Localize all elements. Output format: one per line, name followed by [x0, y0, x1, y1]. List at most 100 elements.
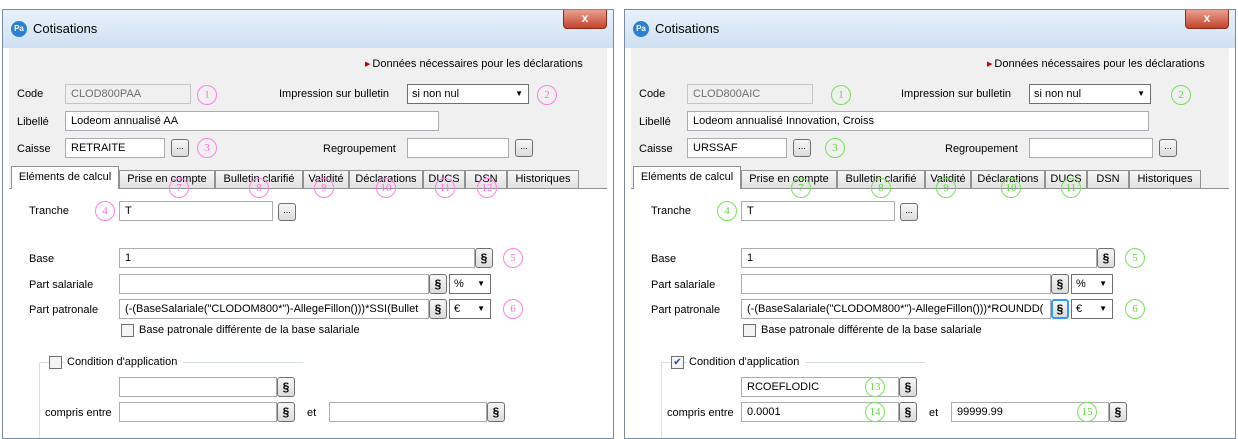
annotation-10: 10 — [1001, 178, 1021, 198]
caisse-label: Caisse — [639, 143, 673, 155]
caisse-field[interactable]: URSSAF — [687, 138, 787, 158]
condition-group-border — [805, 362, 925, 363]
tranche-label: Tranche — [29, 205, 69, 217]
annotation-7: 7 — [791, 178, 811, 198]
chevron-down-icon: ▼ — [477, 279, 485, 288]
condition-checkbox[interactable]: ✔ — [671, 356, 684, 369]
compris-max-formula-button[interactable]: § — [1109, 402, 1127, 422]
regroupement-browse-button[interactable]: ... — [515, 139, 533, 157]
compris-max-formula-button[interactable]: § — [487, 402, 505, 422]
impression-select[interactable]: si non nul ▼ — [1029, 84, 1151, 104]
part-patronale-unit-select[interactable]: € ▼ — [1071, 299, 1113, 319]
base-field[interactable]: 1 — [119, 248, 475, 268]
checkmark-icon: ✔ — [673, 357, 682, 368]
part-patronale-unit-select[interactable]: € ▼ — [449, 299, 491, 319]
app-logo-icon: Pa — [11, 21, 27, 37]
window-title: Cotisations — [655, 21, 720, 36]
tranche-field[interactable]: T — [119, 201, 273, 221]
annotation-1: 1 — [831, 85, 851, 105]
tab-historiques[interactable]: Historiques — [1129, 170, 1201, 188]
part-salariale-formula-button[interactable]: § — [429, 274, 447, 294]
base-diff-checkbox[interactable] — [121, 324, 134, 337]
part-patronale-field[interactable]: (-(BaseSalariale("CLODOM800*")-AllegeFil… — [741, 299, 1051, 319]
code-field[interactable]: CLOD800AIC — [687, 84, 813, 104]
impression-select[interactable]: si non nul ▼ — [407, 84, 529, 104]
annotation-3: 3 — [825, 138, 845, 158]
caisse-browse-button[interactable]: ... — [793, 139, 811, 157]
tab-strip: Eléments de calcul Prise en compte Bulle… — [9, 166, 607, 198]
tab-elements-calcul[interactable]: Eléments de calcul — [633, 166, 741, 189]
tab-prise-en-compte[interactable]: Prise en compte — [741, 170, 837, 188]
annotation-4: 4 — [95, 201, 115, 221]
code-label: Code — [639, 88, 666, 100]
caisse-browse-button[interactable]: ... — [171, 139, 189, 157]
base-formula-button[interactable]: § — [1097, 248, 1115, 268]
tab-elements-calcul[interactable]: Eléments de calcul — [11, 166, 119, 189]
annotation-1: 1 — [197, 85, 217, 105]
tab-strip: Eléments de calcul Prise en compte Bulle… — [631, 166, 1229, 198]
annotation-9: 9 — [314, 178, 334, 198]
part-salariale-unit-select[interactable]: % ▼ — [1071, 274, 1113, 294]
condition-formula-button[interactable]: § — [277, 377, 295, 397]
window-title: Cotisations — [33, 21, 98, 36]
code-field[interactable]: CLOD800PAA — [65, 84, 191, 104]
part-patronale-formula-button[interactable]: § — [429, 299, 447, 319]
condition-field[interactable] — [119, 377, 277, 397]
tab-prise-en-compte[interactable]: Prise en compte — [119, 170, 215, 188]
part-patronale-field[interactable]: (-(BaseSalariale("CLODOM800*")-AllegeFil… — [119, 299, 429, 319]
tranche-browse-button[interactable]: ... — [278, 203, 296, 221]
dialog-client-area: ▶ Données nécessaires pour les déclaratio… — [631, 48, 1229, 438]
condition-group-border — [39, 362, 40, 438]
regroupement-browse-button[interactable]: ... — [1159, 139, 1177, 157]
base-formula-button[interactable]: § — [475, 248, 493, 268]
annotation-8: 8 — [249, 178, 269, 198]
compris-min-field[interactable] — [119, 402, 277, 422]
condition-group-border — [661, 362, 662, 438]
base-field[interactable]: 1 — [741, 248, 1097, 268]
chevron-down-icon: ▼ — [1137, 89, 1145, 98]
libelle-field[interactable]: Lodeom annualisé AA — [65, 111, 439, 131]
chevron-down-icon: ▼ — [515, 89, 523, 98]
declarations-link[interactable]: ▶ Données nécessaires pour les déclaratio… — [365, 58, 583, 70]
condition-checkbox[interactable] — [49, 356, 62, 369]
chevron-down-icon: ▼ — [477, 304, 485, 313]
part-salariale-formula-button[interactable]: § — [1051, 274, 1069, 294]
tranche-browse-button[interactable]: ... — [900, 203, 918, 221]
tranche-field[interactable]: T — [741, 201, 895, 221]
part-salariale-field[interactable] — [119, 274, 429, 294]
compris-entre-label: compris entre — [45, 407, 112, 419]
impression-label: Impression sur bulletin — [279, 88, 390, 100]
tab-panel-elements-calcul: Tranche 4 T ... Base 1 § 5 Part salarial… — [9, 188, 607, 438]
regroupement-label: Regroupement — [945, 143, 1018, 155]
regroupement-field[interactable] — [407, 138, 509, 158]
base-diff-checkbox[interactable] — [743, 324, 756, 337]
caisse-label: Caisse — [17, 143, 51, 155]
triangle-right-icon: ▶ — [365, 61, 371, 68]
annotation-10: 10 — [376, 178, 396, 198]
compris-max-field[interactable] — [329, 402, 487, 422]
tab-panel-elements-calcul: Tranche 4 T ... Base 1 § 5 Part salarial… — [631, 188, 1229, 438]
part-salariale-unit-select[interactable]: % ▼ — [449, 274, 491, 294]
annotation-2: 2 — [537, 85, 557, 105]
declarations-link[interactable]: ▶ Données nécessaires pour les déclaratio… — [987, 58, 1205, 70]
caisse-field[interactable]: RETRAITE — [65, 138, 165, 158]
cotisations-window-left: Pa Cotisations x ▶ Données nécessaires po… — [2, 9, 614, 439]
base-diff-label: Base patronale différente de la base sal… — [139, 324, 360, 336]
base-label: Base — [29, 253, 55, 265]
libelle-label: Libellé — [17, 116, 49, 128]
compris-min-formula-button[interactable]: § — [277, 402, 295, 422]
libelle-field[interactable]: Lodeom annualisé Innovation, Croiss — [687, 111, 1149, 131]
condition-formula-button[interactable]: § — [899, 377, 917, 397]
close-button[interactable]: x — [1185, 10, 1229, 29]
part-patronale-formula-button[interactable]: § — [1051, 299, 1069, 319]
regroupement-field[interactable] — [1029, 138, 1153, 158]
libelle-label: Libellé — [639, 116, 671, 128]
tab-dsn[interactable]: DSN — [1087, 170, 1129, 188]
part-salariale-field[interactable] — [741, 274, 1051, 294]
annotation-3: 3 — [197, 138, 217, 158]
title-bar: Pa Cotisations x — [625, 10, 1235, 48]
impression-label: Impression sur bulletin — [901, 88, 1012, 100]
tab-historiques[interactable]: Historiques — [507, 170, 579, 188]
compris-min-formula-button[interactable]: § — [899, 402, 917, 422]
close-button[interactable]: x — [563, 10, 607, 29]
